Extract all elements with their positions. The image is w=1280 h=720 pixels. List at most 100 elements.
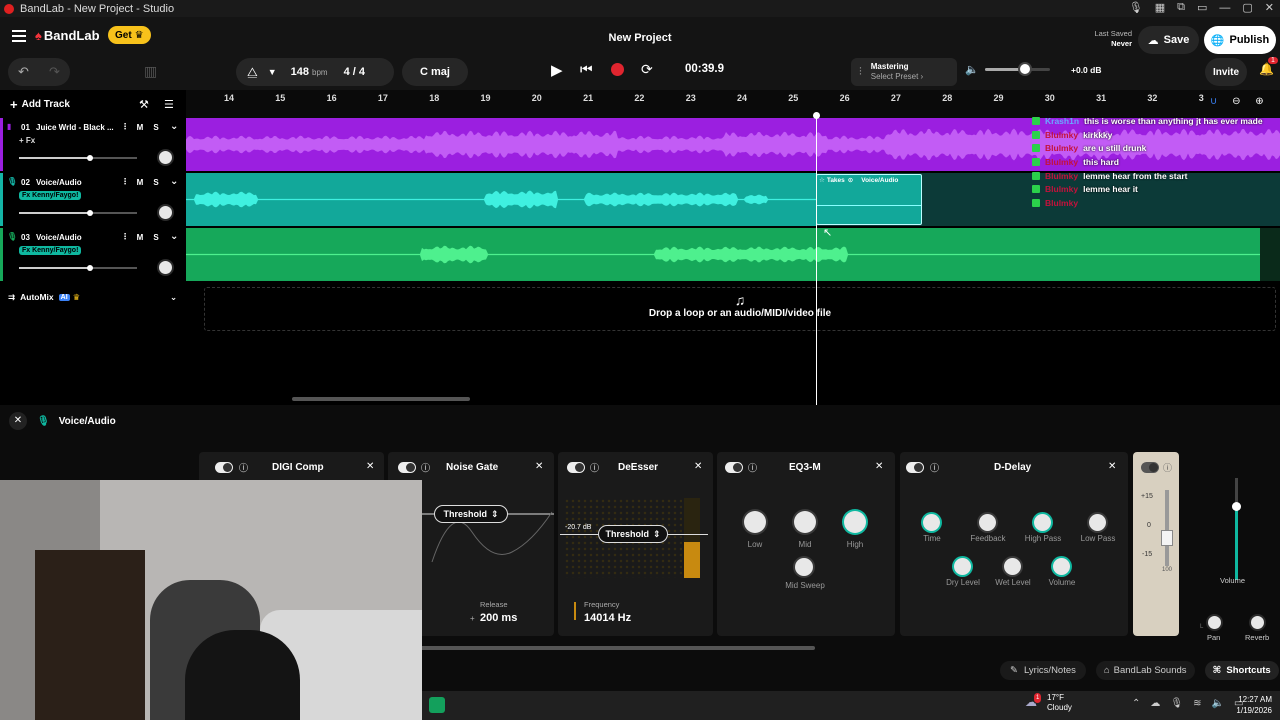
info-icon[interactable]: ⓘ — [421, 461, 430, 474]
meter-toggle[interactable] — [1141, 462, 1159, 473]
settings-sliders-icon[interactable]: ☰ — [164, 98, 174, 111]
chevron-down-icon[interactable]: ⌄ — [170, 176, 178, 187]
close-icon[interactable]: ✕ — [694, 461, 702, 472]
close-icon[interactable]: ✕ — [875, 461, 883, 472]
track-menu-icon[interactable]: ⋮ — [121, 122, 129, 131]
deesser-toggle[interactable] — [567, 462, 585, 473]
track-header-1[interactable]: ▮ 01 Juice Wrld - Black ... ⋮ M S ⌄ + Fx — [0, 118, 186, 171]
invite-button[interactable]: Invite — [1205, 58, 1247, 86]
record-icon[interactable] — [611, 63, 624, 76]
info-icon[interactable]: ⓘ — [930, 461, 939, 474]
add-track-button[interactable]: + Add Track — [10, 97, 70, 112]
meter-fader[interactable] — [1161, 530, 1173, 546]
track-name[interactable]: Voice/Audio — [36, 233, 82, 242]
close-window-button[interactable]: ✕ — [1265, 1, 1274, 14]
eq-mid-sweep-knob[interactable] — [795, 558, 813, 576]
track-name[interactable]: Voice/Audio — [36, 178, 82, 187]
track-volume-thumb[interactable] — [87, 155, 94, 161]
mic-icon[interactable]: 🎙 — [1129, 1, 1143, 14]
undo-icon[interactable]: ↶ — [18, 64, 29, 80]
shortcuts-button[interactable]: ⌘ Shortcuts — [1204, 660, 1279, 680]
delay-low-pass-knob[interactable] — [1089, 514, 1106, 531]
track-pan-knob[interactable] — [157, 149, 174, 166]
minimize-button[interactable]: — — [1219, 2, 1230, 14]
volume-fader-thumb[interactable] — [1232, 502, 1241, 511]
weather-widget[interactable]: ☁ 1 17°F Cloudy — [1025, 693, 1072, 713]
chevron-down-icon[interactable]: ⌄ — [170, 292, 177, 303]
fx-scrollbar[interactable] — [420, 646, 815, 650]
info-icon[interactable]: ⓘ — [239, 461, 248, 474]
wand-icon[interactable]: ⚒ — [139, 98, 149, 111]
fx-button[interactable]: + Fx — [19, 136, 35, 145]
metronome-icon[interactable]: ⧋ — [247, 65, 258, 80]
chevron-down-icon[interactable]: ▼ — [268, 67, 277, 77]
close-icon[interactable]: ✕ — [9, 412, 27, 430]
close-icon[interactable]: ✕ — [366, 461, 374, 472]
eq-low-knob[interactable] — [744, 511, 766, 533]
pan-knob[interactable] — [1206, 614, 1223, 631]
digi-comp-toggle[interactable] — [215, 462, 233, 473]
chevron-down-icon[interactable]: ⌄ — [170, 121, 178, 132]
play-icon[interactable]: ▶ — [551, 61, 563, 79]
piano-icon[interactable]: ▥ — [144, 63, 157, 80]
mute-button[interactable]: M — [133, 233, 147, 242]
info-icon[interactable]: ⓘ — [590, 461, 599, 474]
delay-feedback-knob[interactable] — [979, 514, 996, 531]
track-lane-3[interactable] — [186, 228, 1280, 281]
zoom-in-icon[interactable]: ⊕ — [1255, 96, 1263, 107]
close-icon[interactable]: ✕ — [1108, 461, 1116, 472]
chevron-down-icon[interactable]: ⌄ — [170, 231, 178, 242]
eq-high-knob[interactable] — [844, 511, 866, 533]
info-icon[interactable]: ⓘ — [748, 461, 757, 474]
deesser-threshold-select[interactable]: Threshold ⇕ — [598, 525, 668, 543]
close-icon[interactable]: ✕ — [535, 461, 543, 472]
delay-dry-knob[interactable] — [954, 558, 971, 575]
solo-button[interactable]: S — [149, 233, 163, 242]
skip-to-start-icon[interactable]: ⏮ — [580, 61, 593, 78]
mute-button[interactable]: M — [133, 123, 147, 132]
track-header-3[interactable]: 🎙 03 Voice/Audio ⋮ M S ⌄ Fx Kenny/Faygo! — [0, 228, 186, 281]
delay-volume-knob[interactable] — [1053, 558, 1070, 575]
mic-icon[interactable]: 🎙 — [1170, 698, 1183, 709]
master-volume-thumb[interactable] — [1018, 62, 1033, 76]
taskbar-app-icon[interactable] — [429, 697, 445, 713]
track-menu-icon[interactable]: ⋮ — [121, 177, 129, 186]
chevron-up-icon[interactable]: ⌃ — [1132, 698, 1140, 709]
playhead[interactable] — [816, 115, 817, 405]
playhead-handle[interactable] — [813, 112, 820, 119]
track-volume-slider[interactable] — [19, 155, 137, 161]
eq3m-toggle[interactable] — [725, 462, 743, 473]
publish-button[interactable]: 🌐 Publish — [1204, 26, 1276, 54]
solo-button[interactable]: S — [149, 178, 163, 187]
cast-icon[interactable]: ▭ — [1197, 1, 1207, 14]
delay-time-knob[interactable] — [923, 514, 940, 531]
windows-icon[interactable]: ⧉ — [1177, 1, 1185, 14]
magnet-icon[interactable]: ∪ — [1210, 96, 1217, 107]
delay-high-pass-knob[interactable] — [1034, 514, 1051, 531]
maximize-button[interactable]: ▢ — [1242, 1, 1252, 14]
track-pan-knob[interactable] — [157, 204, 174, 221]
eq-mid-knob[interactable] — [794, 511, 816, 533]
key-selector[interactable]: C maj — [402, 58, 468, 86]
noise-gate-toggle[interactable] — [398, 462, 416, 473]
bandlab-sounds-button[interactable]: ⌂ BandLab Sounds — [1095, 660, 1195, 680]
bell-icon[interactable]: 🔔 — [1259, 62, 1274, 76]
fx-button[interactable]: Fx Kenny/Faygo! — [19, 246, 82, 255]
clock[interactable]: 12:27 AM 1/19/2026 — [1230, 694, 1272, 716]
track-volume-slider[interactable] — [19, 265, 137, 271]
tempo-value[interactable]: 148 — [291, 66, 309, 78]
fx-button[interactable]: Fx Kenny/Faygo! — [19, 191, 82, 200]
wifi-icon[interactable]: ≋ — [1193, 698, 1201, 709]
track-volume-thumb[interactable] — [87, 265, 94, 271]
mastering-button[interactable]: ⫶ Mastering Select Preset › — [851, 58, 957, 86]
cloud-sync-icon[interactable]: ☁ — [1150, 698, 1160, 709]
redo-icon[interactable]: ↷ — [49, 64, 60, 80]
info-icon[interactable]: ⓘ — [1163, 461, 1172, 474]
speaker-icon[interactable]: 🔈 — [965, 63, 979, 76]
delay-wet-knob[interactable] — [1004, 558, 1021, 575]
track-menu-icon[interactable]: ⋮ — [121, 232, 129, 241]
track-name[interactable]: Juice Wrld - Black ... — [36, 123, 114, 132]
drop-zone[interactable]: ♫ Drop a loop or an audio/MIDI/video fil… — [204, 287, 1276, 331]
track-header-2[interactable]: 🎙 02 Voice/Audio ⋮ M S ⌄ Fx Kenny/Faygo! — [0, 173, 186, 226]
loop-icon[interactable]: ⟳ — [641, 61, 653, 78]
